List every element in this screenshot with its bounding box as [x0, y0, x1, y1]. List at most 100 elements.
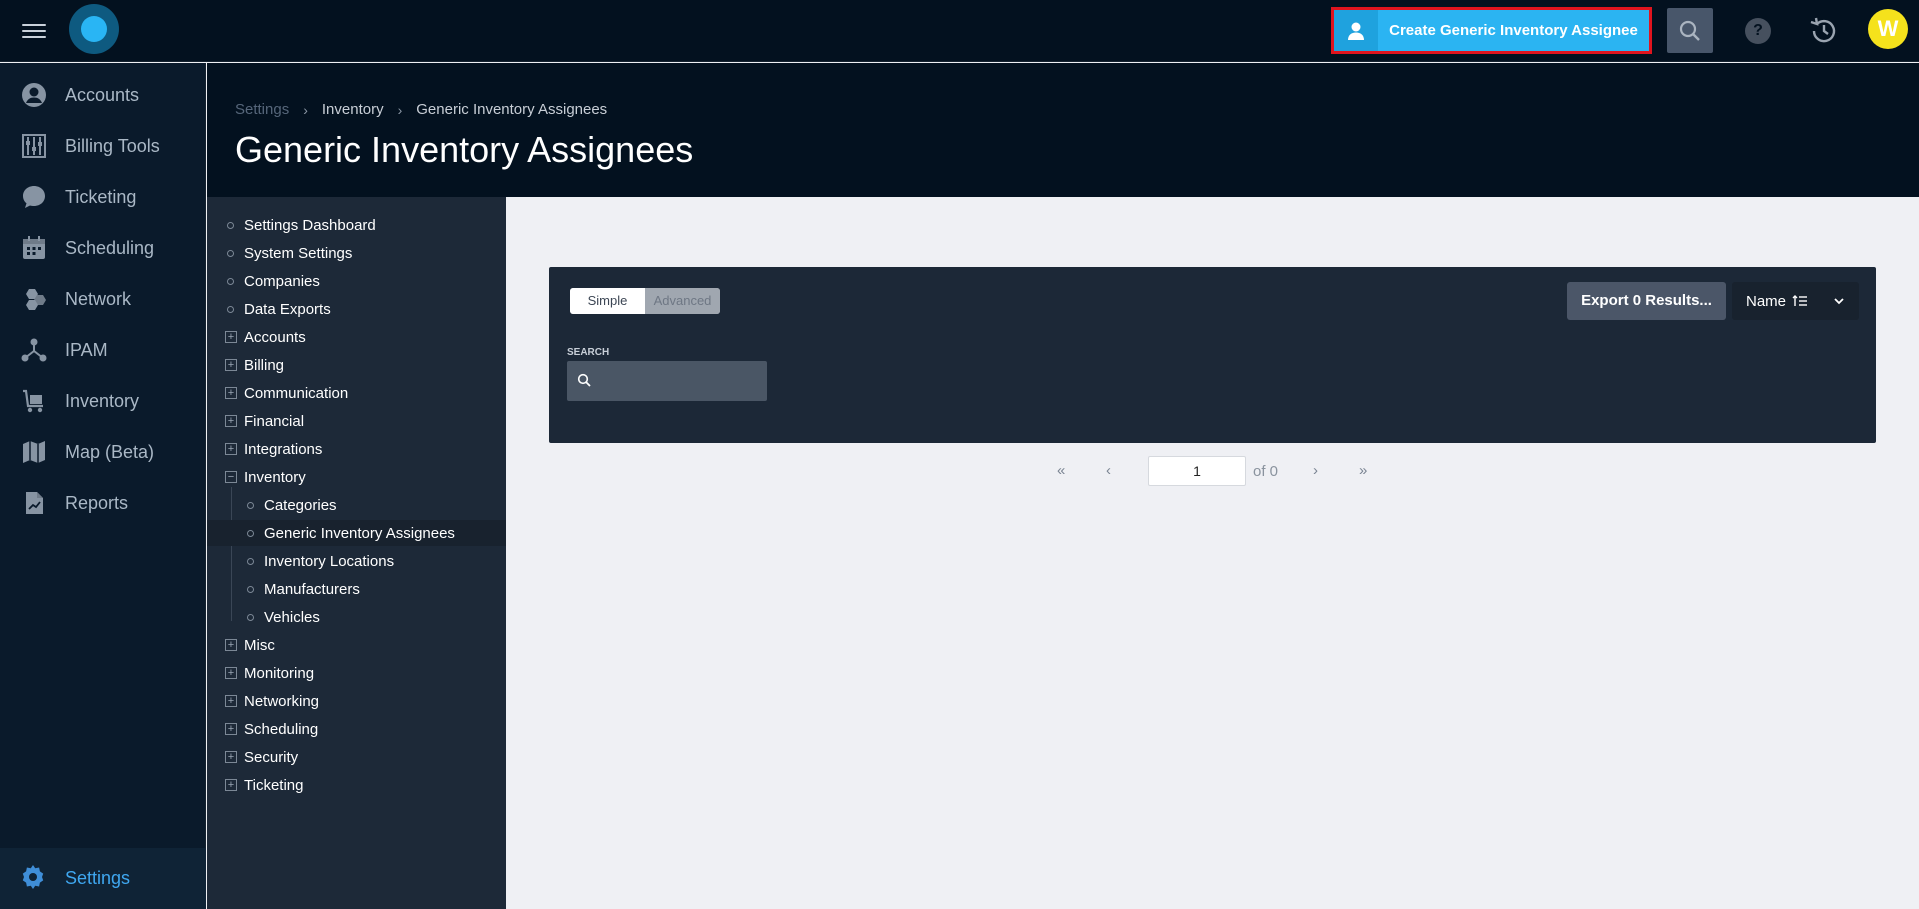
page-header: Settings › Inventory › Generic Inventory… [207, 63, 1919, 197]
nav-label: Reports [65, 492, 129, 513]
pagination: « ‹ of 0 › » [0, 453, 1919, 489]
tree-label: Security [244, 748, 299, 766]
bullet-icon [247, 557, 254, 565]
expand-icon[interactable]: + [225, 387, 237, 399]
tree-item-companies[interactable]: Companies [207, 268, 506, 294]
next-page-button[interactable]: › [1313, 462, 1318, 479]
nav-item-billing-tools[interactable]: Billing Tools [0, 120, 206, 172]
tree-item-system-settings[interactable]: System Settings [207, 240, 506, 266]
tree-label: Vehicles [264, 608, 320, 626]
abacus-icon [20, 132, 48, 160]
nav-item-scheduling[interactable]: Scheduling [0, 222, 206, 274]
history-icon[interactable] [1807, 14, 1841, 48]
nav-item-ticketing[interactable]: Ticketing [0, 171, 206, 223]
tree-item-inventory-locations[interactable]: Inventory Locations [207, 548, 506, 574]
help-icon[interactable]: ? [1745, 18, 1771, 44]
breadcrumb-separator: › [303, 101, 308, 118]
tree-label: Monitoring [244, 664, 315, 682]
expand-icon[interactable]: + [225, 415, 237, 427]
expand-icon[interactable]: + [225, 639, 237, 651]
expand-icon[interactable]: + [225, 695, 237, 707]
create-generic-inventory-assignee-button[interactable]: Create Generic Inventory Assignee [1331, 7, 1652, 54]
search-field[interactable] [567, 361, 767, 401]
user-avatar[interactable]: W [1868, 9, 1908, 49]
tree-label: Networking [244, 692, 320, 710]
expand-icon[interactable]: + [225, 779, 237, 791]
tree-label: Data Exports [244, 300, 331, 318]
nav-item-ipam[interactable]: IPAM [0, 324, 206, 376]
bullet-icon [247, 529, 254, 537]
nav-label-settings: Settings [65, 868, 131, 888]
person-icon [20, 81, 48, 109]
filter-panel: Simple Advanced SEARCH Export 0 Results.… [549, 267, 1876, 443]
tree-item-communication[interactable]: + Communication [207, 380, 506, 406]
nav-label: Scheduling [65, 237, 155, 258]
tree-item-misc[interactable]: + Misc [207, 632, 506, 658]
tree-label: Categories [264, 496, 337, 514]
cart-icon [20, 387, 48, 415]
tree-item-billing[interactable]: + Billing [207, 352, 506, 378]
search-icon [1679, 20, 1700, 41]
sort-ascending-icon[interactable] [1792, 295, 1808, 307]
tree-item-ticketing[interactable]: + Ticketing [207, 772, 506, 798]
tree-label: Manufacturers [264, 580, 360, 598]
last-page-button[interactable]: » [1359, 462, 1367, 479]
export-results-button[interactable]: Export 0 Results... [1567, 282, 1726, 320]
tree-item-categories[interactable]: Categories [207, 492, 506, 518]
tree-item-scheduling[interactable]: + Scheduling [207, 716, 506, 742]
bullet-icon [227, 249, 234, 257]
expand-icon[interactable]: + [225, 723, 237, 735]
nav-label: Network [65, 288, 132, 309]
hexagons-icon [20, 285, 48, 313]
tree-label: Inventory Locations [264, 552, 395, 570]
tree-label: Communication [244, 384, 349, 402]
nav-item-accounts[interactable]: Accounts [0, 69, 206, 121]
search-input[interactable] [597, 362, 757, 400]
sort-select[interactable]: Name [1732, 282, 1859, 320]
top-bar: Create Generic Inventory Assignee ? W [0, 0, 1919, 62]
tree-label: Misc [244, 636, 275, 654]
app-logo[interactable] [69, 4, 119, 54]
chevron-down-icon[interactable] [1833, 296, 1845, 306]
tree-label: Billing [244, 356, 285, 374]
tree-item-networking[interactable]: + Networking [207, 688, 506, 714]
search-icon [577, 373, 591, 387]
tree-label: Generic Inventory Assignees [264, 524, 455, 542]
report-icon [20, 489, 48, 517]
page-count-label: of 0 [1253, 463, 1279, 480]
breadcrumb: Settings › Inventory › Generic Inventory… [235, 101, 607, 118]
nav-label: Billing Tools [65, 135, 160, 156]
breadcrumb-inventory[interactable]: Inventory [322, 101, 384, 118]
tree-item-accounts[interactable]: + Accounts [207, 324, 506, 350]
bullet-icon [227, 221, 234, 229]
advanced-mode-tab[interactable]: Advanced [645, 288, 720, 314]
tree-item-financial[interactable]: + Financial [207, 408, 506, 434]
tree-item-manufacturers[interactable]: Manufacturers [207, 576, 506, 602]
nav-item-inventory[interactable]: Inventory [0, 375, 206, 427]
tree-item-generic-inventory-assignees[interactable]: Generic Inventory Assignees [207, 520, 506, 546]
search-mode-toggle: Simple Advanced [570, 288, 720, 314]
simple-mode-tab[interactable]: Simple [570, 288, 645, 314]
nav-item-network[interactable]: Network [0, 273, 206, 325]
tree-item-security[interactable]: + Security [207, 744, 506, 770]
expand-icon[interactable]: + [225, 359, 237, 371]
first-page-button[interactable]: « [1057, 462, 1065, 479]
settings-tree: Settings Dashboard System Settings Compa… [207, 197, 506, 909]
tree-label: Financial [244, 412, 305, 430]
page-title: Generic Inventory Assignees [235, 129, 694, 170]
tree-item-vehicles[interactable]: Vehicles [207, 604, 506, 630]
breadcrumb-settings[interactable]: Settings [235, 101, 289, 118]
page-number-input[interactable] [1148, 456, 1246, 486]
tree-label: System Settings [244, 244, 353, 262]
hamburger-menu-icon[interactable] [20, 20, 48, 42]
global-search-button[interactable] [1667, 8, 1713, 53]
tree-item-monitoring[interactable]: + Monitoring [207, 660, 506, 686]
nav-item-settings[interactable]: Settings [0, 848, 206, 909]
expand-icon[interactable]: + [225, 667, 237, 679]
expand-icon[interactable]: + [225, 751, 237, 763]
prev-page-button[interactable]: ‹ [1106, 462, 1111, 479]
calendar-icon [20, 234, 48, 262]
tree-item-data-exports[interactable]: Data Exports [207, 296, 506, 322]
tree-item-settings-dashboard[interactable]: Settings Dashboard [207, 212, 506, 238]
expand-icon[interactable]: + [225, 331, 237, 343]
